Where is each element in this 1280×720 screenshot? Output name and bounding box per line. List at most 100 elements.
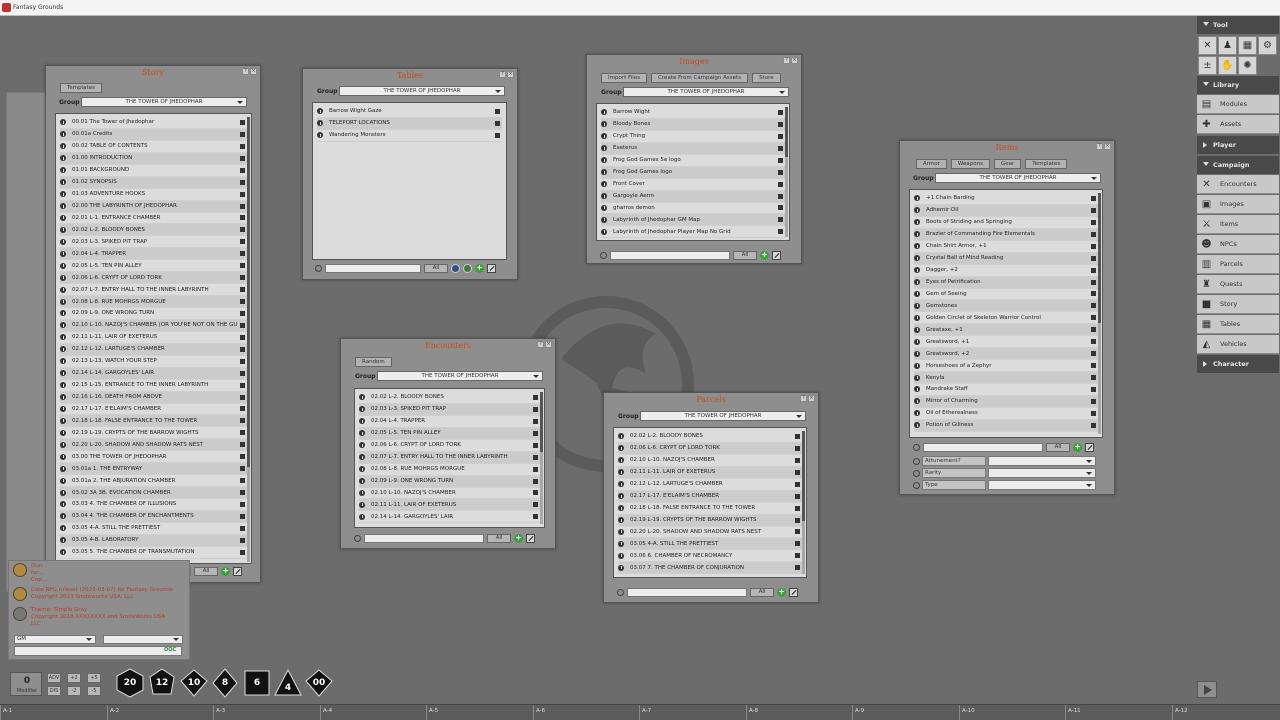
close-button[interactable]: × <box>507 71 514 78</box>
visibility-icon[interactable] <box>795 481 800 487</box>
info-icon[interactable] <box>601 145 607 152</box>
visibility-icon[interactable] <box>495 132 500 138</box>
sidebar-item-parcels[interactable]: ▥ Parcels <box>1197 255 1279 274</box>
visibility-icon[interactable] <box>778 217 783 223</box>
list-item[interactable]: 02.10 L-10. NAZOJ'S CHAMBER <box>359 488 540 500</box>
all-filter-button[interactable]: All <box>733 251 757 260</box>
info-icon[interactable] <box>60 274 66 281</box>
info-icon[interactable] <box>60 417 66 424</box>
chat-window[interactable]: Dun... for... Cop... Core RPG ruleset (2… <box>8 560 190 660</box>
group-select[interactable]: THE TOWER OF JHEDOPHAR <box>339 86 505 96</box>
hotkey-slot[interactable]: A-10 <box>959 705 1065 720</box>
list-item[interactable]: 02.02 L-2. BLOODY BONES <box>618 431 802 443</box>
hotkey-slot[interactable]: A-3 <box>213 705 320 720</box>
list-item[interactable]: 02.18 L-18. FALSE ENTRANCE TO THE TOWER <box>618 503 802 515</box>
hotkey-slot[interactable]: A-6 <box>533 705 639 720</box>
info-icon[interactable] <box>618 433 624 440</box>
list-item[interactable]: 02.14 L-14. GARGOYLES' LAIR <box>60 367 247 380</box>
list-item[interactable]: 02.12 L-12. LARTUGE'S CHAMBER <box>618 479 802 491</box>
list-item[interactable]: 02.11 L-11. LAIR OF EXETERUS <box>60 332 247 344</box>
info-icon[interactable] <box>359 513 365 520</box>
visibility-icon[interactable] <box>1091 195 1096 201</box>
visibility-icon[interactable] <box>533 514 538 520</box>
visibility-icon[interactable] <box>533 490 538 496</box>
visibility-icon[interactable] <box>778 169 783 175</box>
visibility-icon[interactable] <box>795 541 800 547</box>
info-icon[interactable] <box>601 109 607 116</box>
visibility-icon[interactable] <box>795 433 800 439</box>
visibility-icon[interactable] <box>1091 339 1096 345</box>
list-item[interactable]: 02.02 L-2. BLOODY BONES <box>60 224 247 237</box>
info-icon[interactable] <box>359 394 365 401</box>
list-item[interactable]: 02.20 L-20. SHADOW AND SHADOW RATS NEST <box>60 439 247 452</box>
list-item[interactable]: 03.06 6. CHAMBER OF NECROMANCY <box>618 550 802 563</box>
visibility-icon[interactable] <box>1091 422 1096 428</box>
info-icon[interactable] <box>60 370 66 377</box>
item-templates-button[interactable]: Templates <box>1025 159 1068 169</box>
visibility-icon[interactable] <box>240 239 245 245</box>
info-icon[interactable] <box>60 191 66 198</box>
list-item[interactable]: Chain Shirt Armor, +1 <box>914 241 1098 253</box>
visibility-icon[interactable] <box>495 120 500 126</box>
list-item[interactable]: 00.01a Credits <box>60 128 247 141</box>
visibility-icon[interactable] <box>240 478 245 484</box>
list-item[interactable]: Adhemir Oil <box>914 204 1098 217</box>
info-icon[interactable] <box>914 338 920 345</box>
visibility-icon[interactable] <box>240 143 245 149</box>
list-item[interactable]: Greataxe, +1 <box>914 324 1098 337</box>
visibility-icon[interactable] <box>240 310 245 316</box>
templates-button[interactable]: Templates <box>60 83 102 93</box>
visibility-icon[interactable] <box>240 334 245 340</box>
info-icon[interactable] <box>60 334 66 341</box>
list-item[interactable]: 02.17 L-17. E'ELAIM'S CHAMBER <box>60 404 247 416</box>
info-icon[interactable] <box>359 442 365 449</box>
list-item[interactable]: 02.04 L-4. TRAPPER <box>359 416 540 428</box>
visibility-icon[interactable] <box>1091 231 1096 237</box>
close-button[interactable]: × <box>1104 143 1111 150</box>
info-icon[interactable] <box>60 537 66 544</box>
d6-icon[interactable]: 6 <box>242 668 272 698</box>
list-item[interactable]: 02.16 L-16. DEATH FROM ABOVE <box>60 391 247 404</box>
list-item[interactable]: 02.03 L-3. SPIKED PIT TRAP <box>359 403 540 416</box>
random-button[interactable]: Random <box>355 357 392 367</box>
add-button[interactable]: + <box>777 588 786 597</box>
visibility-icon[interactable] <box>240 430 245 436</box>
info-icon[interactable] <box>601 228 607 235</box>
info-icon[interactable] <box>618 564 624 571</box>
sidebar-section-campaign[interactable]: Campaign <box>1197 156 1279 174</box>
hotkey-slot[interactable]: A-5 <box>426 705 533 720</box>
visibility-icon[interactable] <box>240 513 245 519</box>
info-icon[interactable] <box>317 120 323 127</box>
info-icon[interactable] <box>914 362 920 369</box>
visibility-icon[interactable] <box>1091 219 1096 225</box>
info-icon[interactable] <box>60 501 66 508</box>
list-item[interactable]: 02.05 L-5. TEN PIN ALLEY <box>359 427 540 440</box>
list-item[interactable]: Greatsword, +2 <box>914 348 1098 361</box>
list-view-icon[interactable] <box>451 264 460 273</box>
all-filter-button[interactable]: All <box>194 567 218 576</box>
visibility-icon[interactable] <box>1091 375 1096 381</box>
list-item[interactable]: TELEPORT LOCATIONS <box>317 117 502 130</box>
close-button[interactable]: × <box>791 57 798 64</box>
visibility-icon[interactable] <box>240 490 245 496</box>
list-item[interactable]: 03.05 5. THE CHAMBER OF TRANSMUTATION <box>60 547 247 559</box>
list-item[interactable]: Eyes of Petrification <box>914 276 1098 289</box>
info-icon[interactable] <box>601 133 607 140</box>
help-button[interactable]: ? <box>537 341 544 348</box>
visibility-icon[interactable] <box>240 442 245 448</box>
d12-icon[interactable]: 12 <box>147 668 177 698</box>
party-icon[interactable]: ♟ <box>1218 36 1237 55</box>
list-item[interactable]: Oil of Etherealness <box>914 408 1098 420</box>
list-item[interactable]: 03.05 4-A. STILL THE PRETTIEST <box>618 538 802 551</box>
images-list[interactable]: Barrow Wight Bloody Bones Crypt Thing Exete… <box>596 103 790 241</box>
visibility-icon[interactable] <box>240 287 245 293</box>
plus-five-button[interactable]: +5 <box>87 673 101 683</box>
list-item[interactable]: 01.00 INTRODUCTION <box>60 152 247 165</box>
info-icon[interactable] <box>60 226 66 233</box>
info-icon[interactable] <box>60 453 66 460</box>
info-icon[interactable] <box>914 374 920 381</box>
list-item[interactable]: 02.09 L-9. ONE WRONG TURN <box>359 475 540 488</box>
group-select[interactable]: THE TOWER OF JHEDOPHAR <box>935 173 1101 183</box>
visibility-icon[interactable] <box>240 215 245 221</box>
list-item[interactable]: Greatsword, +1 <box>914 336 1098 349</box>
